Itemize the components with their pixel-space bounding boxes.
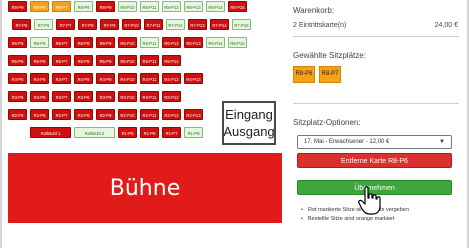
seat[interactable]: R8-P14	[206, 1, 225, 12]
seat[interactable]: R8-P12	[162, 1, 181, 12]
seat[interactable]: R5-P8	[74, 55, 93, 66]
seat[interactable]: R1-P6	[140, 127, 159, 138]
divider	[293, 36, 459, 37]
seat[interactable]: R2-P6	[30, 109, 49, 120]
seat[interactable]: R7-P15	[232, 19, 251, 30]
seat[interactable]: R6-P7	[52, 37, 71, 48]
stage-label: Bühne	[109, 175, 181, 201]
seat[interactable]: R3-P7	[52, 91, 71, 102]
seat[interactable]: Rollstuhl 1	[30, 127, 71, 138]
seat[interactable]: R2-P11	[140, 109, 159, 120]
seat[interactable]: R7-P14	[210, 19, 229, 30]
seat[interactable]: R6-P6	[30, 37, 49, 48]
seat[interactable]: R7-P6	[34, 19, 53, 30]
selected-seats-title: Gewählte Sitzplätze:	[293, 51, 366, 60]
selected-seat-chip[interactable]: R8-P7	[319, 66, 341, 83]
seat[interactable]: R4-P12	[162, 73, 181, 84]
seat[interactable]: R4-P6	[30, 73, 49, 84]
seat-options-title: Sitzplatz-Optionen:	[293, 118, 361, 127]
seat[interactable]: R7-P10	[122, 19, 141, 30]
seat[interactable]: Rollstuhl 2	[74, 127, 115, 138]
seat[interactable]: R6-P11	[140, 37, 159, 48]
seat[interactable]: R5-P10	[118, 55, 137, 66]
cart-price: 24,00 €	[434, 22, 458, 29]
chevron-down-icon: ▼	[439, 139, 445, 145]
seat[interactable]: R4-P10	[118, 73, 137, 84]
entrance-exit-box: Eingang Ausgang	[222, 101, 276, 145]
seat[interactable]: R5-P12	[162, 55, 181, 66]
seat[interactable]: R6-P8	[74, 37, 93, 48]
seat[interactable]: R6-P9	[96, 37, 115, 48]
exit-label: Ausgang	[223, 124, 275, 139]
seat[interactable]: R8-P15	[228, 1, 247, 12]
cart-item-count: 2 Eintrittskarte(n)	[293, 22, 347, 29]
seat[interactable]: R3-P10	[118, 91, 137, 102]
seat[interactable]: R6-P14	[206, 37, 225, 48]
seat[interactable]: R2-P9	[96, 109, 115, 120]
selected-seat-chip[interactable]: R8-P6	[293, 66, 315, 83]
ticket-type-select[interactable]: 17. Mai - Erwachsener - 12,00 € ▼	[297, 135, 452, 149]
remove-ticket-button[interactable]: Entferne Karte R8-P6	[297, 153, 452, 168]
seat[interactable]: R4-P8	[74, 73, 93, 84]
seat[interactable]: R8-P8	[74, 1, 93, 12]
seat[interactable]: R4-P9	[96, 73, 115, 84]
seat[interactable]: R5-P5	[8, 55, 27, 66]
seat[interactable]: R9-P9	[8, 1, 27, 12]
seat[interactable]: R7-P8	[78, 19, 97, 30]
seat[interactable]: R7-P12	[166, 19, 185, 30]
seat[interactable]: R6-P5	[8, 37, 27, 48]
seat[interactable]: R1-P7	[162, 127, 181, 138]
cart-title: Warenkorb:	[293, 6, 335, 15]
seat[interactable]: R8-P10	[118, 1, 137, 12]
hand-cursor-icon	[358, 186, 381, 215]
seat[interactable]: R1-P5	[118, 127, 137, 138]
seat[interactable]: R5-P9	[96, 55, 115, 66]
seat[interactable]: R7-P13	[188, 19, 207, 30]
seat[interactable]: R2-P7	[52, 109, 71, 120]
seat[interactable]: R4-P7	[52, 73, 71, 84]
seat[interactable]: R1-P8	[184, 127, 203, 138]
seat[interactable]: R3-P8	[74, 91, 93, 102]
seat[interactable]: R7-P9	[100, 19, 119, 30]
legend-item: Rot markierte Sitze sind bereits vergebe…	[301, 206, 466, 215]
legend: Rot markierte Sitze sind bereits vergebe…	[301, 206, 466, 224]
seat[interactable]: R8-P7	[52, 1, 71, 12]
seat[interactable]: R6-P15	[228, 37, 247, 48]
seat[interactable]: R7-P11	[144, 19, 163, 30]
seat[interactable]: R2-P13	[184, 109, 203, 120]
seat[interactable]: R8-P6	[30, 1, 49, 12]
cart-line: 2 Eintrittskarte(n) 24,00 €	[293, 22, 458, 29]
seat[interactable]: R2-P8	[74, 109, 93, 120]
seat[interactable]: R4-P11	[140, 73, 159, 84]
divider	[293, 103, 459, 104]
seat[interactable]: R8-P11	[140, 1, 159, 12]
seat[interactable]: R5-P7	[52, 55, 71, 66]
seat[interactable]: R3-P12	[162, 91, 181, 102]
seat[interactable]: R3-P9	[96, 91, 115, 102]
ticket-type-value: 17. Mai - Erwachsener - 12,00 €	[304, 139, 390, 145]
seat[interactable]: R3-P5	[8, 91, 27, 102]
seat[interactable]: R7-P7	[56, 19, 75, 30]
seat[interactable]: R3-P6	[30, 91, 49, 102]
seat[interactable]: R2-P12	[162, 109, 181, 120]
seat[interactable]: R8-P9	[96, 1, 115, 12]
seat[interactable]: R5-P6	[30, 55, 49, 66]
seat[interactable]: R6-P10	[118, 37, 137, 48]
seat[interactable]: R8-P13	[184, 1, 203, 12]
seat[interactable]: R2-P5	[8, 109, 27, 120]
legend-item: Bestellte Sitze sind orange markiert	[301, 215, 466, 224]
seat[interactable]: R4-P5	[8, 73, 27, 84]
seat[interactable]: R6-P12	[162, 37, 181, 48]
seat[interactable]: R6-P13	[184, 37, 203, 48]
seat[interactable]: R7-P5	[12, 19, 31, 30]
seat[interactable]: R3-P11	[140, 91, 159, 102]
seat[interactable]: R5-P11	[140, 55, 159, 66]
seat[interactable]: R2-P10	[118, 109, 137, 120]
seat[interactable]: R4-P13	[184, 73, 203, 84]
stage: Bühne	[8, 153, 282, 223]
entrance-label: Eingang	[225, 107, 273, 122]
